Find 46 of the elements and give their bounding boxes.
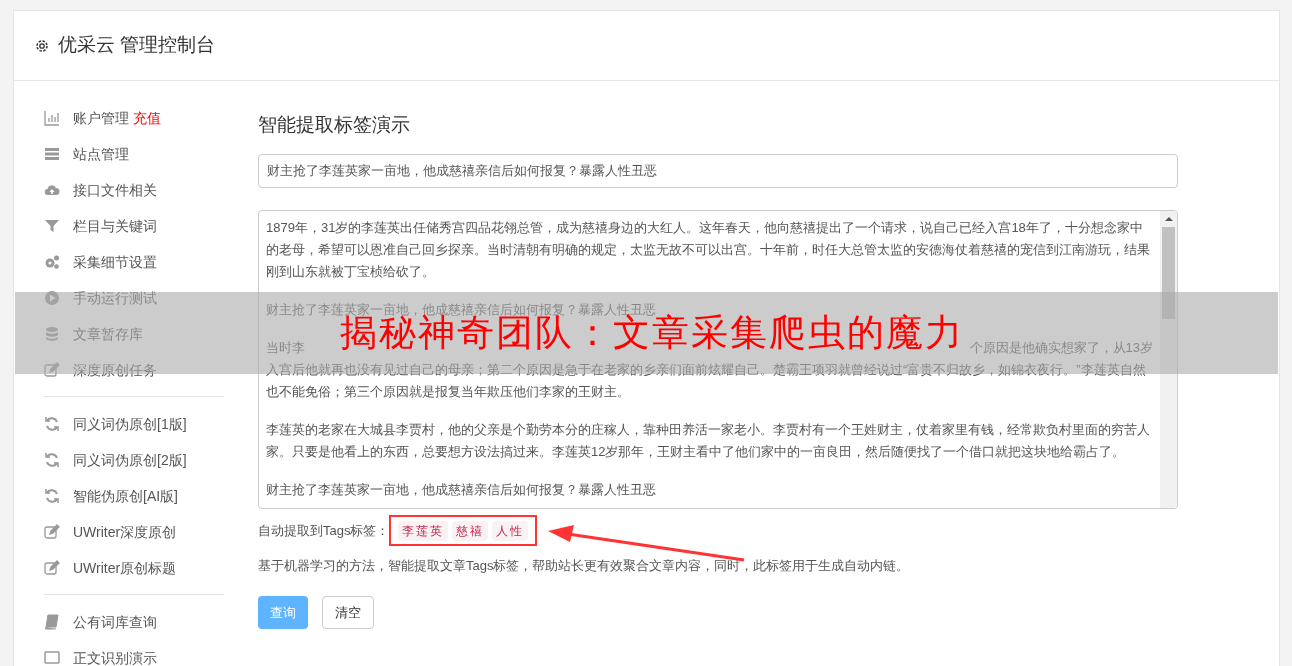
article-paragraph: 入宫后他就再也没有见过自己的母亲；第二个原因是急于在老家的乡亲们面前炫耀自己。楚霸王项羽就曾经说过“富贵不归故乡，如锦衣夜行。”李莲英自然也不能免俗；第三个原因就是报复当年欺压他们李家的王财主。 bbox=[266, 360, 1147, 401]
refresh-icon bbox=[44, 416, 60, 432]
paragraph-fragment: 当时李 bbox=[266, 338, 305, 357]
article-paragraph: 财主抢了李莲英家一亩地，他成慈禧亲信后如何报复？暴露人性丑恶 bbox=[266, 480, 657, 499]
console-title: 优采云 管理控制台 bbox=[58, 33, 216, 58]
cloud-upload-icon bbox=[44, 182, 60, 198]
sidebar-item[interactable]: 栏目与关键词 bbox=[44, 208, 224, 244]
article-textarea[interactable] bbox=[258, 209, 1178, 509]
scrollbar-thumb[interactable] bbox=[1162, 226, 1175, 319]
database-icon bbox=[44, 326, 60, 342]
title-field[interactable]: 财主抢了李莲英家一亩地，他成慈禧亲信后如何报复？暴露人性丑恶 bbox=[258, 153, 1178, 188]
sidebar-item[interactable]: 同义词伪原创[2版] bbox=[44, 442, 224, 478]
gears-icon bbox=[44, 254, 60, 270]
refresh-icon bbox=[44, 488, 60, 504]
filter-icon bbox=[44, 218, 60, 234]
section-heading: 智能提取标签演示 bbox=[258, 113, 411, 137]
sidebar-item[interactable]: UWriter深度原创 bbox=[44, 514, 224, 550]
clear-button[interactable]: 清空 bbox=[322, 596, 374, 629]
monitor-icon bbox=[44, 650, 60, 666]
bar-chart-icon bbox=[44, 110, 60, 126]
sidebar-item[interactable]: 接口文件相关 bbox=[44, 172, 224, 208]
edit-icon bbox=[44, 560, 60, 576]
edit-icon bbox=[44, 362, 60, 378]
tag: 人性 bbox=[492, 520, 529, 541]
sidebar-item[interactable]: 账户管理 充值 bbox=[44, 100, 224, 136]
sidebar-item[interactable]: 公有词库查询 bbox=[44, 604, 224, 640]
tag: 慈禧 bbox=[452, 520, 489, 541]
play-icon bbox=[44, 290, 60, 306]
server-icon bbox=[44, 146, 60, 162]
edit-icon bbox=[44, 524, 60, 540]
scroll-up-icon[interactable] bbox=[1164, 216, 1173, 221]
article-paragraph: 李莲英的老家在大城县李贾村，他的父亲是个勤劳本分的庄稼人，靠种田养活一家老小。李贾村有一个王姓财主，仗着家里有钱，经常欺负村里面的穷苦人家。只要是他看上的东西，总要想方设法搞过来。李莲英12岁那年，王财主看中了他们家中的一亩良田，然后随便找了一个借口就把这块地给霸占了。 bbox=[266, 420, 1151, 461]
settings-icon bbox=[34, 37, 50, 54]
sidebar-item[interactable]: 智能伪原创[AI版] bbox=[44, 478, 224, 514]
sidebar-item[interactable]: 同义词伪原创[1版] bbox=[44, 406, 224, 442]
sidebar-item[interactable]: UWriter原创标题 bbox=[44, 550, 224, 586]
sidebar-item[interactable]: 站点管理 bbox=[44, 136, 224, 172]
refresh-icon bbox=[44, 452, 60, 468]
paragraph-fragment: 个原因是他确实想家了，从13岁 bbox=[969, 338, 1153, 357]
tag: 李莲英 bbox=[398, 520, 449, 541]
description-text: 基于机器学习的方法，智能提取文章Tags标签，帮助站长更有效聚合文章内容，同时，此标签用于生成自动内链。 bbox=[258, 556, 911, 575]
sidebar-item[interactable]: 正文识别演示 bbox=[44, 640, 224, 666]
sidebar-item[interactable]: 采集细节设置 bbox=[44, 244, 224, 280]
book-icon bbox=[44, 614, 60, 630]
article-paragraph: 1879年，31岁的李莲英出任储秀宫四品花翎总管，成为慈禧身边的大红人。这年春天，他向慈禧提出了一个请求，说自己已经入宫18年了，十分想念家中的老母，希望可以恩准自己回乡探亲。当时清朝有明确的规定，太监无故不可以出宫。十年前，时任大总管太监的安德海仗着慈禧的宠信到江南游玩，结果刚到山东就被丁宝桢给砍了。 bbox=[266, 218, 1151, 281]
tags-label: 自动提取到Tags标签： bbox=[258, 521, 390, 540]
